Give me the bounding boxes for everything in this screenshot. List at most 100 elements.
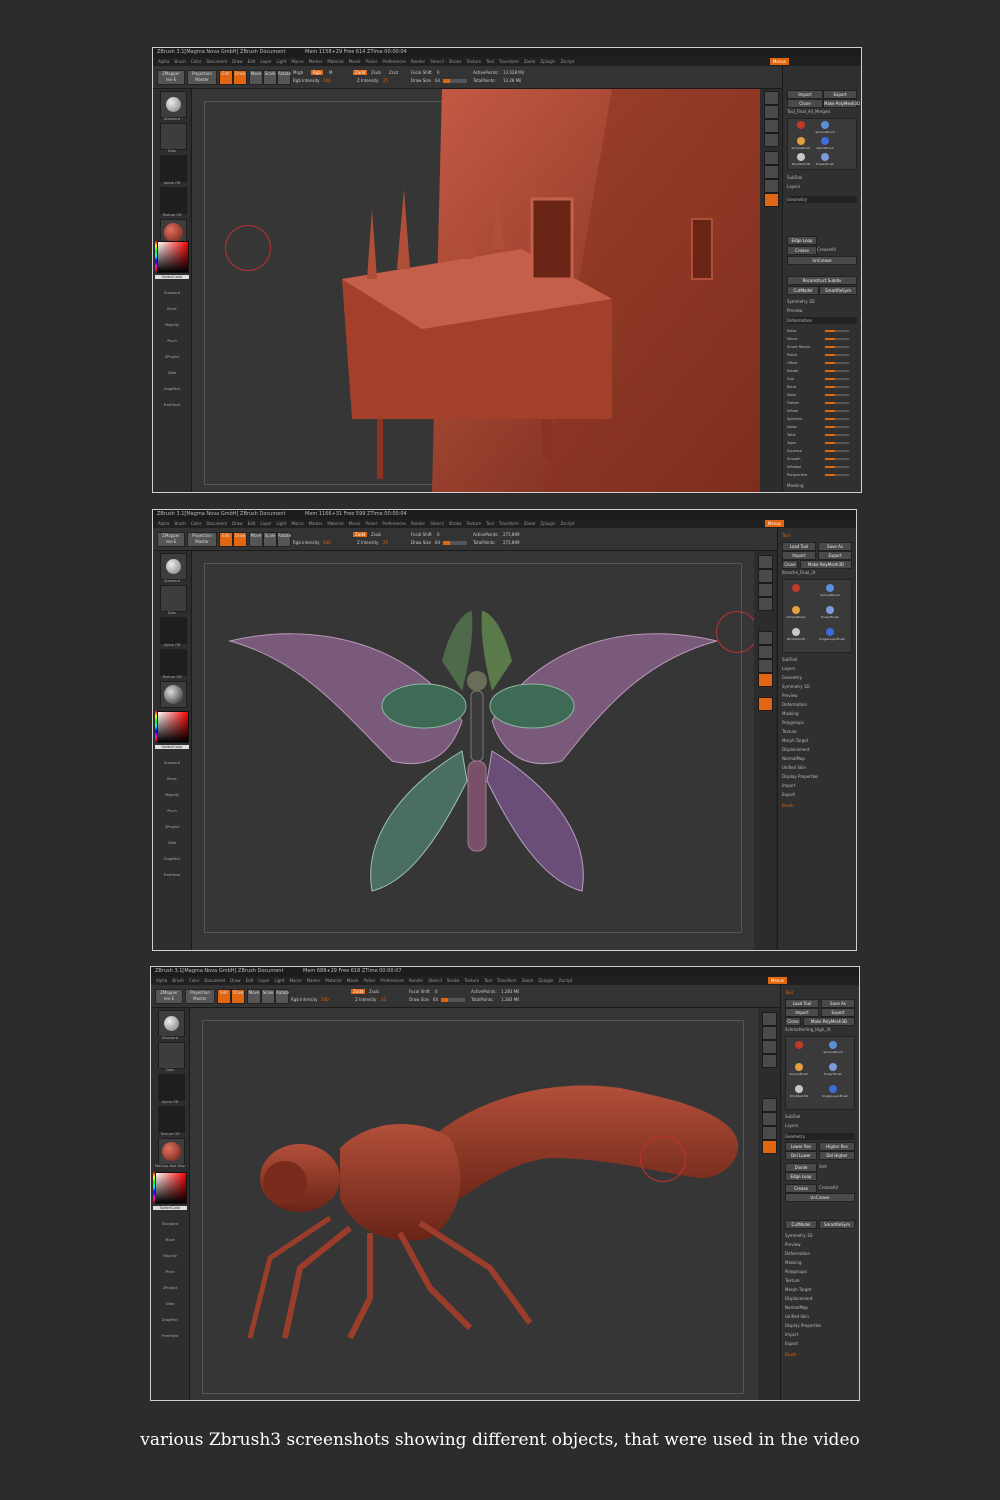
make-polymesh-button[interactable]: Make PolyMesh3D	[823, 99, 860, 108]
import-button[interactable]: Import	[782, 551, 816, 560]
menu-document[interactable]: Document	[204, 978, 225, 983]
del-higher-button[interactable]: Del Higher	[819, 1151, 855, 1160]
zproject-brush-label[interactable]: ZProject	[155, 825, 189, 829]
rgb-intensity-value[interactable]: 100	[323, 78, 331, 83]
draw-size-slider[interactable]	[443, 541, 467, 545]
menu-light[interactable]: Light	[274, 978, 284, 983]
menu-transform[interactable]: Transform	[499, 521, 519, 526]
display-properties-menu[interactable]: Display Properties	[782, 773, 852, 780]
menu-stroke[interactable]: Stroke	[449, 59, 462, 64]
local-icon[interactable]	[758, 697, 773, 711]
menu-stencil[interactable]: Stencil	[430, 59, 444, 64]
standard-brush-button[interactable]	[160, 553, 187, 580]
menu-alpha[interactable]: Alpha	[156, 978, 167, 983]
move-button[interactable]: Move	[247, 989, 261, 1004]
draw-button[interactable]: Draw	[233, 70, 247, 85]
clone-button[interactable]: Clone	[785, 1017, 801, 1026]
menu-preferences[interactable]: Preferences	[380, 978, 404, 983]
viewport-canvas[interactable]	[190, 1008, 758, 1400]
menu-tool[interactable]: Tool	[484, 978, 492, 983]
menu-alpha[interactable]: Alpha	[158, 521, 169, 526]
sphere-brush-thumb[interactable]: SphereBrush	[814, 121, 836, 135]
menu-layer[interactable]: Layer	[260, 59, 271, 64]
menu-preferences[interactable]: Preferences	[382, 59, 406, 64]
import-menu[interactable]: Import	[782, 782, 852, 789]
morph-target-menu[interactable]: Morph Target	[785, 1286, 855, 1293]
zadd-toggle[interactable]: Zadd	[353, 532, 368, 537]
menu-tool[interactable]: Tool	[486, 521, 494, 526]
menu-layer[interactable]: Layer	[258, 978, 269, 983]
rotate-button[interactable]: Rotate	[275, 989, 289, 1004]
morph-target-menu[interactable]: Morph Target	[782, 737, 852, 744]
actual-icon[interactable]	[762, 1054, 777, 1068]
polygroups-menu[interactable]: Polygroups	[782, 719, 852, 726]
eraser-brush-thumb[interactable]: EraserBrush	[819, 606, 841, 620]
divide-button[interactable]: Divide	[785, 1163, 817, 1172]
export-menu[interactable]: Export	[785, 1340, 855, 1347]
z-intensity-value[interactable]: 25	[383, 78, 388, 83]
zproject-brush-label[interactable]: ZProject	[155, 355, 189, 359]
dragrect-stroke-label[interactable]: DragRect	[153, 1318, 187, 1322]
menu-color[interactable]: Color	[189, 978, 199, 983]
save-as-button[interactable]: Save As	[821, 999, 855, 1008]
frame-icon[interactable]	[764, 151, 779, 165]
make-polymesh-button[interactable]: Make PolyMesh3D	[800, 560, 852, 569]
freehand-stroke-label[interactable]: FreeHand	[155, 873, 189, 877]
move-brush-label[interactable]: Move	[155, 307, 189, 311]
geometry-menu[interactable]: Geometry	[785, 1133, 855, 1140]
creaseall-toggle[interactable]: CreaseAll	[817, 246, 857, 253]
menu-draw[interactable]: Draw	[230, 978, 240, 983]
menu-zoom[interactable]: Zoom	[524, 59, 536, 64]
menu-tool[interactable]: Tool	[486, 59, 494, 64]
z-intensity-value[interactable]: 25	[381, 997, 386, 1002]
zproject-brush-label[interactable]: ZProject	[153, 1286, 187, 1290]
simple-brush-thumb[interactable]: SimpleBrush	[785, 606, 807, 620]
creaseall-toggle[interactable]: CreaseAll	[819, 1184, 855, 1191]
single-layer-thumb[interactable]: SingleLayerBrush	[822, 1085, 848, 1099]
switch-color-button[interactable]: SwitchColor	[155, 275, 189, 279]
rgb-intensity-value[interactable]: 100	[323, 540, 331, 545]
symmetry-menu[interactable]: Symmetry 3D	[787, 298, 857, 305]
layers-menu[interactable]: Layers	[787, 183, 857, 190]
dragrect-stroke-label[interactable]: DragRect	[155, 387, 189, 391]
preview-menu[interactable]: Preview	[785, 1241, 855, 1248]
masking-menu[interactable]: Masking	[785, 1259, 855, 1266]
lower-res-button[interactable]: Lower Res	[785, 1142, 817, 1151]
move-button[interactable]: Move	[249, 70, 263, 85]
focal-shift-value[interactable]: 0	[435, 989, 438, 994]
menu-zoom[interactable]: Zoom	[522, 978, 534, 983]
z-intensity-value[interactable]: 25	[383, 540, 388, 545]
deform-smooth[interactable]: Smooth	[787, 456, 857, 462]
scale-view-icon[interactable]	[764, 179, 779, 193]
texture-menu[interactable]: Texture	[785, 1277, 855, 1284]
deform-squeeze[interactable]: Squeeze	[787, 448, 857, 454]
deform-smart-resym[interactable]: Smart Resym	[787, 344, 857, 350]
smartresym-button[interactable]: SmartReSym	[819, 1220, 855, 1229]
switch-color-button[interactable]: SwitchColor	[153, 1206, 187, 1210]
polymesh-thumb[interactable]: PolyMesh3D	[785, 628, 807, 642]
rgb-intensity-value[interactable]: 100	[321, 997, 329, 1002]
slide-brush-label[interactable]: Slide	[155, 371, 189, 375]
viewport-canvas[interactable]	[192, 551, 754, 950]
menu-zscript[interactable]: Zscript	[560, 521, 574, 526]
menus-toggle[interactable]: Menus	[767, 977, 787, 984]
zmapper-button[interactable]: ZMapper rev-E	[155, 989, 183, 1004]
menu-zplugin[interactable]: Zplugin	[540, 521, 555, 526]
viewport-canvas[interactable]	[192, 89, 760, 492]
material-button[interactable]	[158, 1138, 185, 1165]
menu-picker[interactable]: Picker	[363, 978, 375, 983]
standard-brush-button[interactable]	[158, 1010, 185, 1037]
switch-color-button[interactable]: SwitchColor	[155, 745, 189, 749]
import-button[interactable]: Import	[787, 90, 823, 99]
menu-brush[interactable]: Brush	[174, 521, 186, 526]
rotate-button[interactable]: Rotate	[277, 70, 291, 85]
export-button[interactable]: Export	[823, 90, 857, 99]
scroll-icon[interactable]	[758, 569, 773, 583]
cutmodel-button[interactable]: CutModel	[787, 286, 819, 295]
single-layer-thumb[interactable]: SingleLayerBrush	[819, 628, 845, 642]
masking-menu[interactable]: Masking	[782, 710, 852, 717]
deform-size[interactable]: Size	[787, 376, 857, 382]
save-as-button[interactable]: Save As	[818, 542, 852, 551]
draw-size-value[interactable]: 64	[435, 540, 440, 545]
rotate-view-icon[interactable]	[764, 193, 779, 207]
